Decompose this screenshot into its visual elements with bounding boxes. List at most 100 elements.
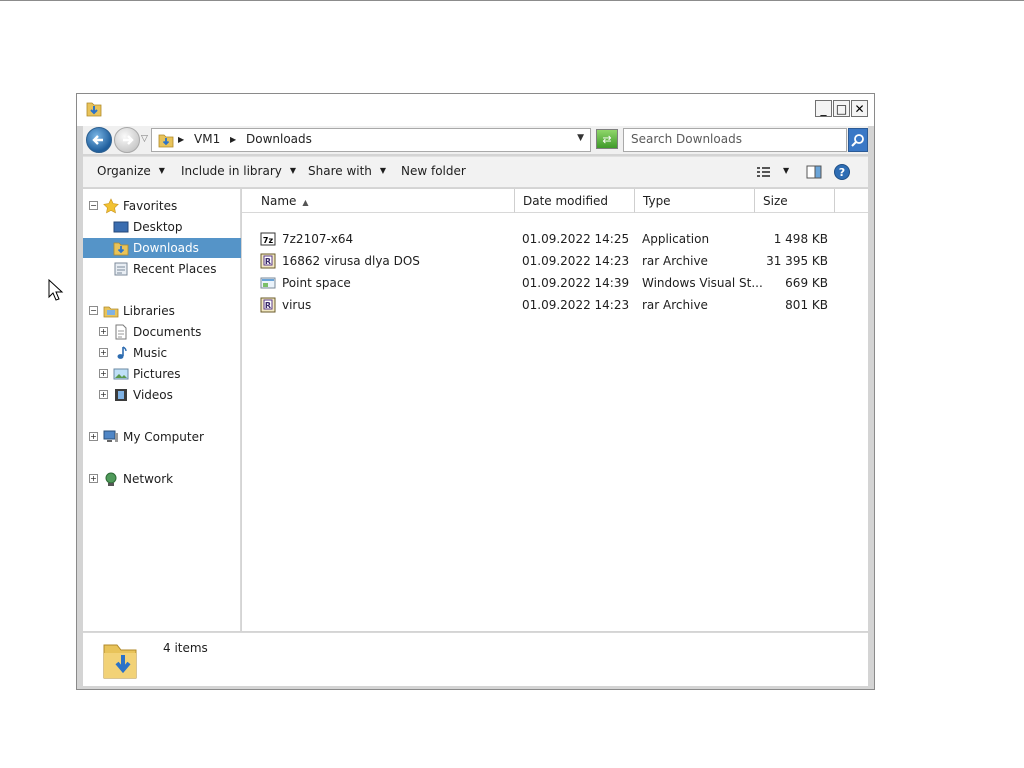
nav-favorites[interactable]: − Favorites <box>83 196 241 216</box>
chevron-right-icon[interactable]: ▶ <box>178 135 184 144</box>
organize-label: Organize <box>97 164 151 178</box>
preview-pane-button[interactable] <box>805 163 823 184</box>
file-size: 1 498 KB <box>773 232 828 246</box>
nav-my-computer-label: My Computer <box>123 430 204 444</box>
minimize-button[interactable]: _ <box>815 100 832 117</box>
expand-icon[interactable]: + <box>99 327 108 336</box>
file-name: Point space <box>282 276 351 290</box>
help-icon: ? <box>834 164 850 180</box>
nav-libraries[interactable]: − Libraries <box>83 301 241 321</box>
breadcrumb-downloads[interactable]: Downloads <box>246 132 312 146</box>
share-with-label: Share with <box>308 164 372 178</box>
column-header-date[interactable]: Date modified <box>515 189 635 213</box>
include-in-library-label: Include in library <box>181 164 282 178</box>
include-in-library-button[interactable]: Include in library ▼ <box>181 164 296 178</box>
table-row[interactable]: Point space 01.09.2022 14:39 Windows Vis… <box>242 272 842 294</box>
command-bar: Organize ▼ Include in library ▼ Share with… <box>83 156 868 188</box>
arrow-left-icon <box>92 135 103 145</box>
explorer-window: _ □ ✕ ▽ ▶ VM1 ▶ Downloads ▼ ⇄ Search Dow… <box>76 93 875 690</box>
downloads-folder-icon <box>113 242 129 256</box>
screen-top-border <box>0 0 1024 1</box>
nav-desktop-label: Desktop <box>133 220 183 234</box>
preview-pane-icon <box>806 165 822 179</box>
nav-downloads-label: Downloads <box>133 241 199 255</box>
expand-icon[interactable]: + <box>99 390 108 399</box>
7zip-app-icon: 7z <box>260 232 276 246</box>
title-bar[interactable]: _ □ ✕ <box>77 94 874 126</box>
expand-icon[interactable]: + <box>89 474 98 483</box>
file-date: 01.09.2022 14:23 <box>522 298 630 312</box>
nav-my-computer[interactable]: + My Computer <box>83 427 241 447</box>
magnifier-icon <box>851 134 864 147</box>
desktop-icon <box>113 221 129 233</box>
recent-pages-dropdown-icon[interactable]: ▽ <box>141 134 148 144</box>
table-row[interactable]: R virus 01.09.2022 14:23 rar Archive 801… <box>242 294 842 316</box>
file-date: 01.09.2022 14:25 <box>522 232 630 246</box>
nav-music-label: Music <box>133 346 168 360</box>
nav-recent-places-label: Recent Places <box>133 262 217 276</box>
sort-ascending-icon: ▲ <box>302 198 309 207</box>
nav-pictures[interactable]: + Pictures <box>83 364 241 384</box>
documents-icon <box>115 324 127 340</box>
file-date: 01.09.2022 14:39 <box>522 276 630 290</box>
close-button[interactable]: ✕ <box>851 100 868 117</box>
column-header-size[interactable]: Size <box>755 189 835 213</box>
maximize-button[interactable]: □ <box>833 100 850 117</box>
window-controls: _ □ ✕ <box>815 100 868 117</box>
search-input[interactable]: Search Downloads <box>623 128 847 152</box>
mouse-pointer-icon <box>48 279 64 301</box>
column-header-filler <box>835 189 868 213</box>
file-name: 16862 virusa dlya DOS <box>282 254 420 268</box>
nav-documents-label: Documents <box>133 325 202 339</box>
file-type: rar Archive <box>642 254 708 268</box>
new-folder-button[interactable]: New folder <box>401 164 466 178</box>
nav-recent-places[interactable]: Recent Places <box>83 259 241 279</box>
organize-button[interactable]: Organize ▼ <box>97 164 165 178</box>
videos-icon <box>115 389 127 401</box>
file-type: Windows Visual St... <box>642 276 763 290</box>
file-type: Application <box>642 232 710 246</box>
back-button[interactable] <box>86 127 112 153</box>
nav-videos-label: Videos <box>133 388 173 402</box>
table-row[interactable]: R 16862 virusa dlya DOS 01.09.2022 14:23… <box>242 250 842 272</box>
expand-icon[interactable]: + <box>99 348 108 357</box>
column-header-name[interactable]: Name ▲ <box>242 189 515 213</box>
rar-archive-icon: R <box>260 253 276 269</box>
column-header-type[interactable]: Type <box>635 189 755 213</box>
libraries-icon <box>103 306 119 318</box>
table-row[interactable]: 7z 7z2107-x64 01.09.2022 14:25 Applicati… <box>242 228 842 250</box>
view-options-button[interactable] <box>755 163 773 184</box>
svg-text:7z: 7z <box>263 236 274 245</box>
address-dropdown-icon[interactable]: ▼ <box>577 133 584 143</box>
collapse-icon[interactable]: − <box>89 201 98 210</box>
search-button[interactable] <box>848 128 868 152</box>
nav-network[interactable]: + Network <box>83 469 241 489</box>
nav-documents[interactable]: + Documents <box>83 322 241 342</box>
view-dropdown-icon[interactable]: ▼ <box>783 166 789 175</box>
nav-downloads[interactable]: Downloads <box>83 238 241 258</box>
breadcrumb-vm1[interactable]: VM1 <box>194 132 220 146</box>
nav-videos[interactable]: + Videos <box>83 385 241 405</box>
file-date: 01.09.2022 14:23 <box>522 254 630 268</box>
refresh-icon: ⇄ <box>602 132 612 146</box>
help-button[interactable]: ? <box>833 163 851 184</box>
nav-libraries-label: Libraries <box>123 304 175 318</box>
refresh-button[interactable]: ⇄ <box>596 129 618 149</box>
chevron-right-icon[interactable]: ▶ <box>230 135 236 144</box>
collapse-icon[interactable]: − <box>89 306 98 315</box>
star-icon <box>103 198 119 214</box>
share-with-button[interactable]: Share with ▼ <box>308 164 386 178</box>
file-size: 31 395 KB <box>766 254 828 268</box>
address-bar: ▽ ▶ VM1 ▶ Downloads ▼ ⇄ Search Downloads <box>83 126 868 154</box>
expand-icon[interactable]: + <box>99 369 108 378</box>
nav-music[interactable]: + Music <box>83 343 241 363</box>
svg-text:R: R <box>265 301 271 310</box>
file-name: virus <box>282 298 312 312</box>
column-name-label: Name <box>261 194 297 208</box>
address-path-box[interactable]: ▶ VM1 ▶ Downloads ▼ <box>151 128 591 152</box>
forward-button[interactable] <box>114 127 140 153</box>
expand-icon[interactable]: + <box>89 432 98 441</box>
arrow-right-icon <box>123 135 134 145</box>
nav-desktop[interactable]: Desktop <box>83 217 241 237</box>
rar-archive-icon: R <box>260 297 276 313</box>
